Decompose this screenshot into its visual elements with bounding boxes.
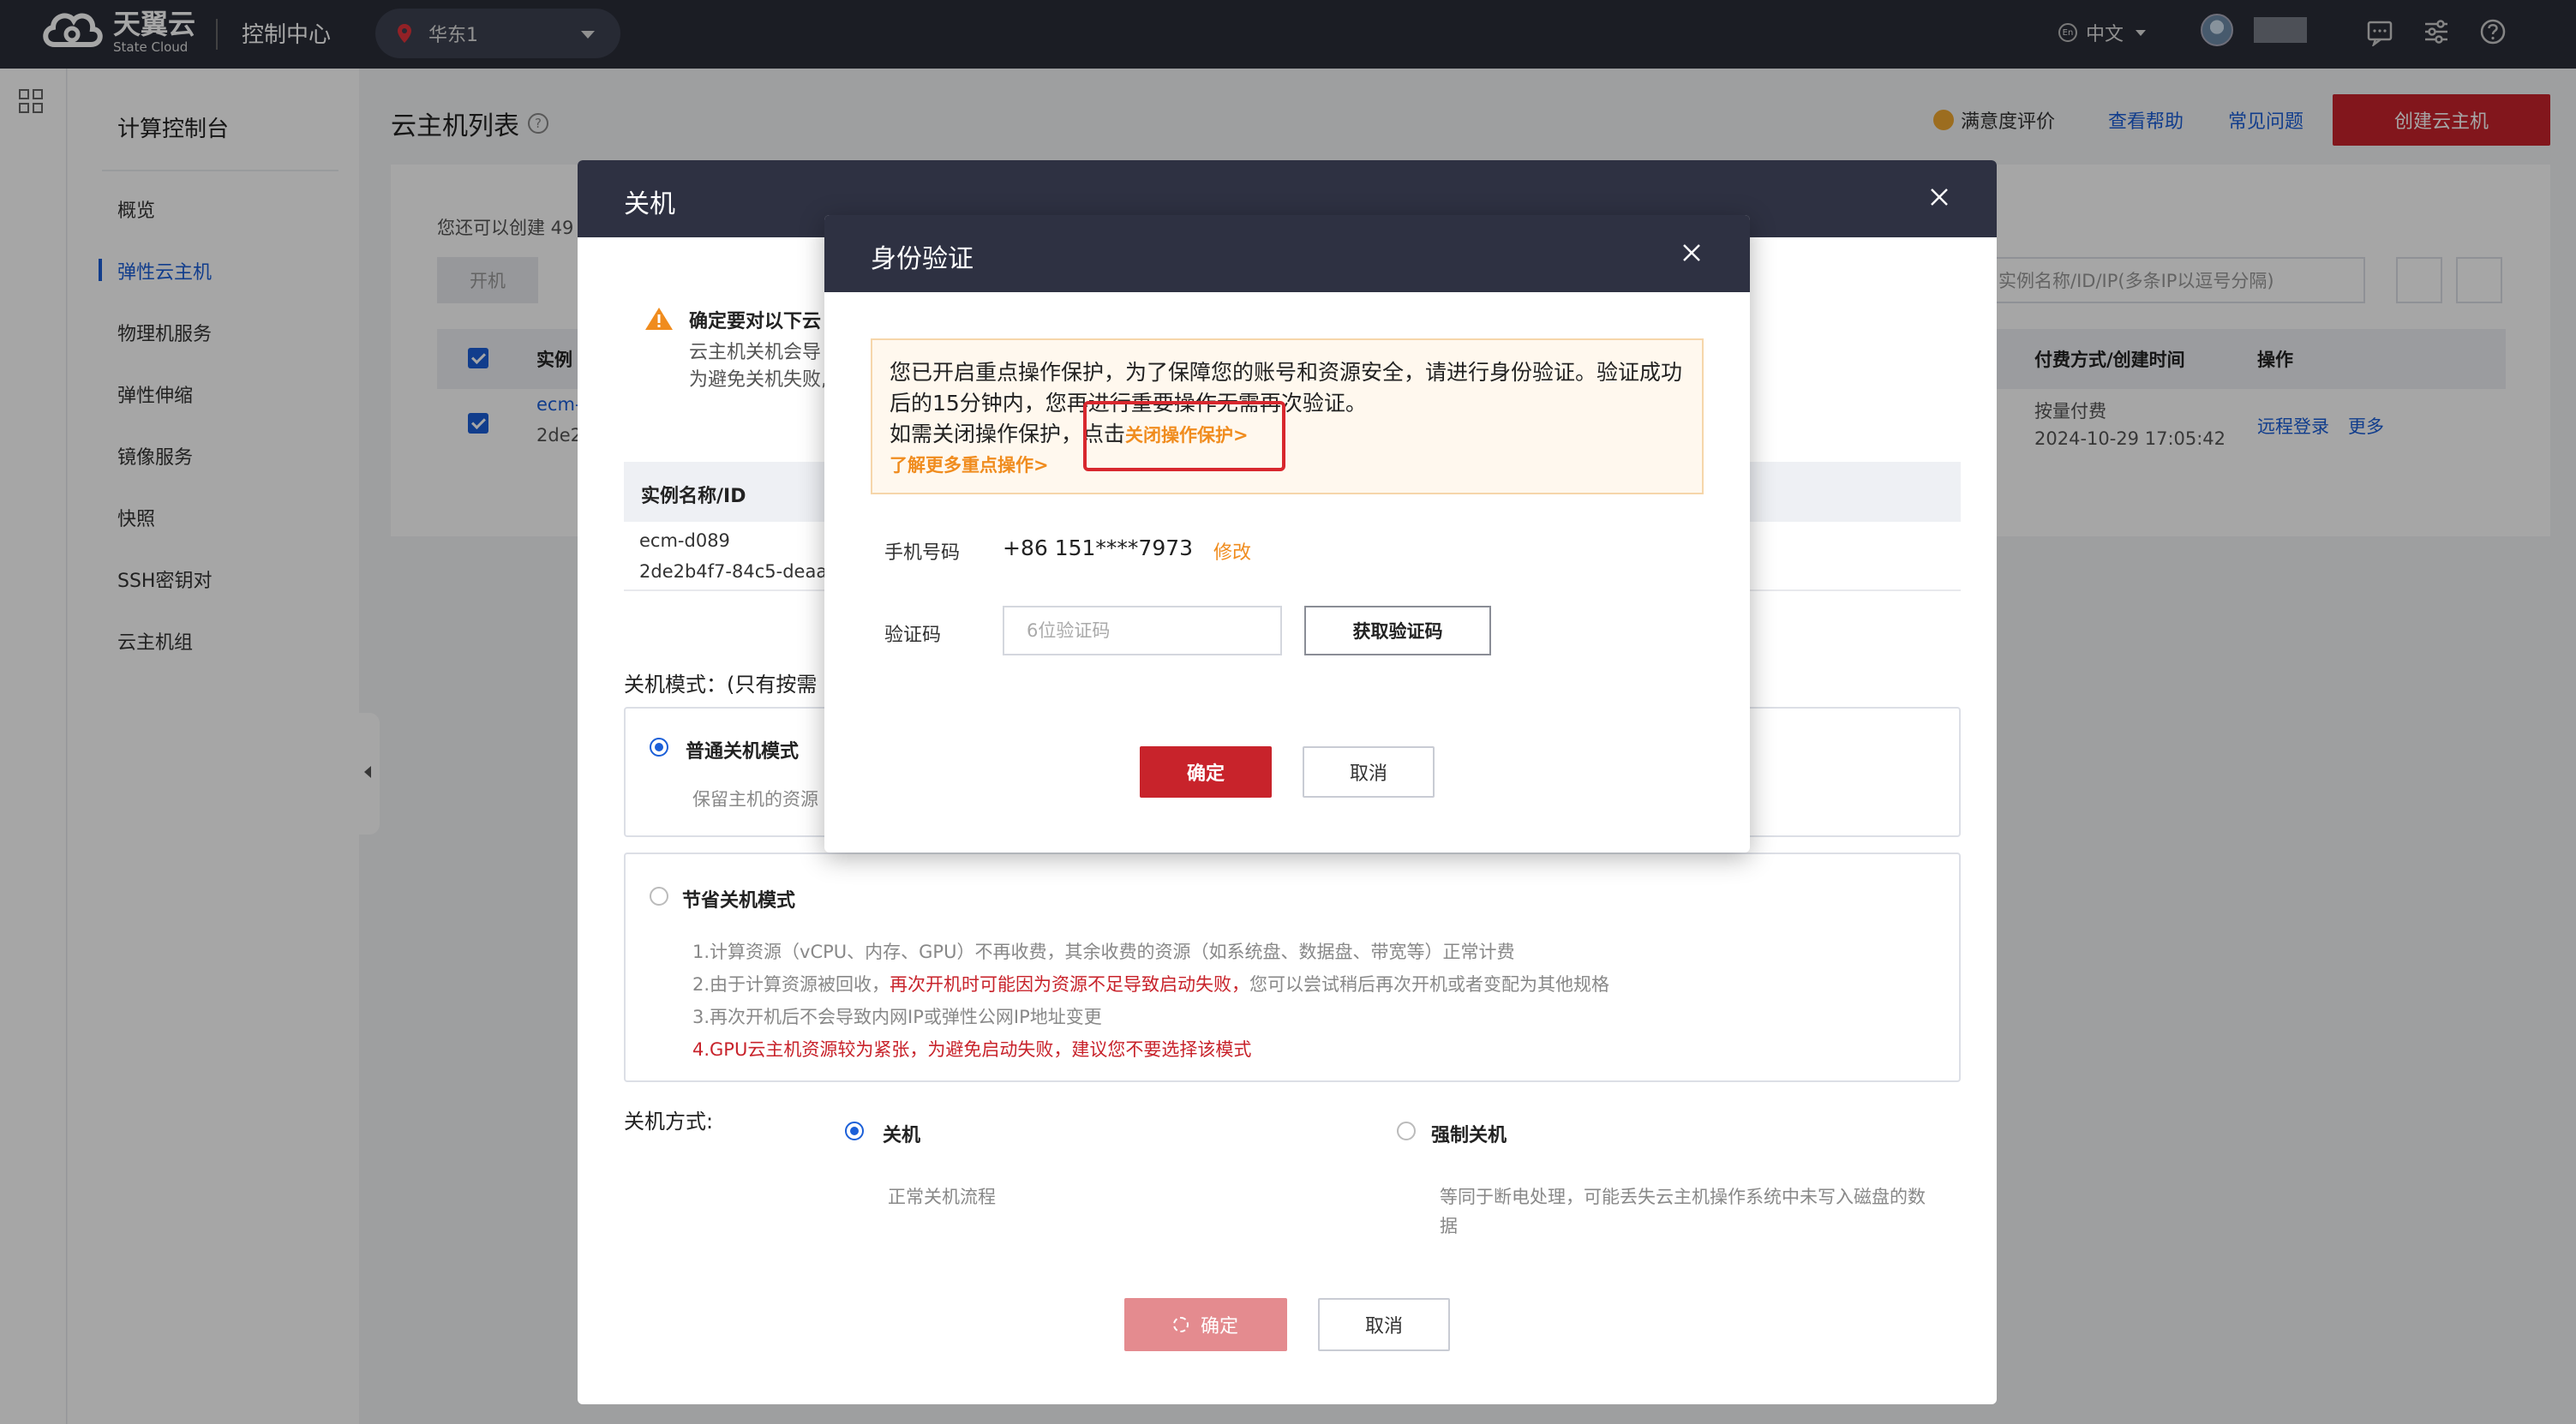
col-instance-name-id: 实例名称/ID xyxy=(641,486,746,507)
method-normal-radio[interactable] xyxy=(845,1122,864,1140)
saving-bullet-2-post: 您可以尝试稍后再次开机或者变配为其他规格 xyxy=(1249,974,1610,995)
instance-name: ecm-d089 xyxy=(639,530,730,551)
shutdown-method-label: 关机方式: xyxy=(624,1110,714,1134)
notice-line-1: 您已开启重点操作保护，为了保障您的账号和资源安全，请进行身份验证。验证成功 xyxy=(890,360,1683,385)
normal-mode-title: 普通关机模式 xyxy=(686,741,800,763)
method-force-desc-1: 等同于断电处理，可能丢失云主机操作系统中未写入磁盘的数 xyxy=(1440,1187,1926,1207)
saving-mode-title: 节省关机模式 xyxy=(682,890,796,912)
phone-value: +86 151****7973 xyxy=(1003,535,1194,560)
warning-line-1: 云主机关机会导 xyxy=(689,342,822,363)
code-label: 验证码 xyxy=(884,625,942,646)
instance-id: 2de2b4f7-84c5-deaa- xyxy=(639,561,834,582)
shutdown-cancel-button[interactable]: 取消 xyxy=(1318,1298,1450,1351)
method-force-desc-2: 据 xyxy=(1440,1216,1458,1236)
shutdown-modal-title: 关机 xyxy=(624,189,675,219)
identity-modal-title: 身份验证 xyxy=(871,244,973,274)
warning-icon xyxy=(645,308,673,330)
saving-mode-radio[interactable] xyxy=(650,887,668,906)
identity-modal-header: 身份验证 xyxy=(824,215,1750,292)
phone-label: 手机号码 xyxy=(884,542,961,564)
normal-mode-radio[interactable] xyxy=(650,738,668,757)
close-icon[interactable] xyxy=(1928,186,1950,208)
saving-bullet-2-pre: 2.由于计算资源被回收， xyxy=(692,974,890,995)
saving-bullet-2-warning: 再次开机时可能因为资源不足导致启动失败， xyxy=(890,974,1250,995)
loading-spinner-icon xyxy=(1172,1317,1189,1332)
shutdown-confirm-label: 确定 xyxy=(1200,1316,1238,1337)
shutdown-mode-label: 关机模式：(只有按需 xyxy=(624,673,818,697)
warning-line-2: 为避免关机失败, xyxy=(689,369,827,391)
identity-confirm-button[interactable]: 确定 xyxy=(1140,746,1272,798)
saving-bullet-3: 3.再次开机后不会导致内网IP或弹性公网IP地址变更 xyxy=(692,1007,1102,1027)
shutdown-confirm-button[interactable]: 确定 xyxy=(1124,1298,1287,1351)
saving-bullet-2: 2.由于计算资源被回收，再次开机时可能因为资源不足导致启动失败，您可以尝试稍后再… xyxy=(692,971,1609,996)
highlight-annotation xyxy=(1083,401,1285,471)
method-force-radio[interactable] xyxy=(1397,1122,1416,1140)
method-normal-desc: 正常关机流程 xyxy=(888,1187,996,1207)
method-normal-label[interactable]: 关机 xyxy=(883,1120,920,1147)
protection-notice: 您已开启重点操作保护，为了保障您的账号和资源安全，请进行身份验证。验证成功 后的… xyxy=(871,338,1704,494)
learn-more-link[interactable]: 了解更多重点操作> xyxy=(890,452,1049,477)
saving-bullet-1: 1.计算资源（vCPU、内存、GPU）不再收费，其余收费的资源（如系统盘、数据盘… xyxy=(692,942,1515,962)
close-icon[interactable] xyxy=(1681,242,1702,263)
modify-phone-link[interactable]: 修改 xyxy=(1213,537,1251,565)
identity-verification-modal: 身份验证 您已开启重点操作保护，为了保障您的账号和资源安全，请进行身份验证。验证… xyxy=(824,215,1750,853)
verification-code-input[interactable] xyxy=(1003,606,1282,655)
saving-bullet-4: 4.GPU云主机资源较为紧张，为避免启动失败，建议您不要选择该模式 xyxy=(692,1039,1252,1060)
identity-cancel-button[interactable]: 取消 xyxy=(1303,746,1435,798)
warning-title: 确定要对以下云 xyxy=(689,311,822,332)
normal-mode-desc: 保留主机的资源 xyxy=(692,789,818,810)
method-force-label[interactable]: 强制关机 xyxy=(1431,1120,1507,1147)
get-code-button[interactable]: 获取验证码 xyxy=(1304,606,1491,655)
